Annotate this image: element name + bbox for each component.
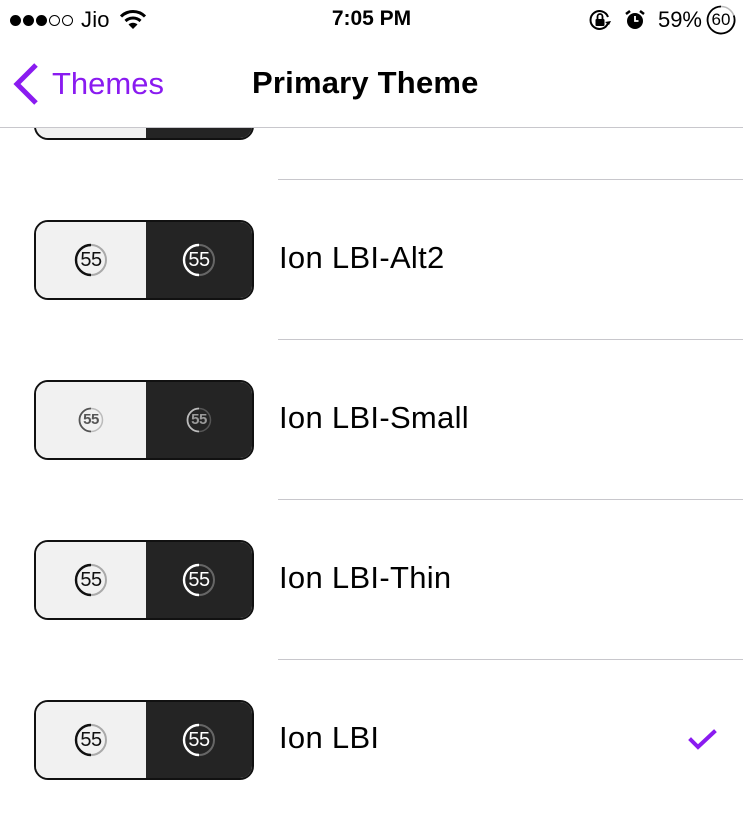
battery-ring-icon: 60: [706, 5, 736, 35]
theme-row-ion-lbi-small[interactable]: 55 55 Ion LBI-Small: [0, 340, 743, 500]
theme-row-ion-lbi[interactable]: 55 55 Ion LBI: [0, 660, 743, 820]
battery-ring-icon: 55: [182, 243, 216, 277]
battery-ring-icon: 55: [74, 723, 108, 757]
theme-name: Ion LBI-Small: [279, 400, 469, 435]
preview-light-half: 55: [36, 222, 146, 298]
battery-ring-icon: 55: [182, 563, 216, 597]
chevron-left-icon: [13, 63, 38, 105]
theme-name: Ion LBI-Alt2: [279, 240, 445, 275]
preview-light-half: 55: [36, 542, 146, 618]
theme-row-ion-lbi-alt2[interactable]: 55 55 Ion LBI-Alt2: [0, 180, 743, 340]
preview-light-half: 55: [36, 702, 146, 778]
battery-ring-icon: 55: [186, 407, 212, 433]
theme-row-ion-lbi-thin[interactable]: 55 55 Ion LBI-Thin: [0, 500, 743, 660]
theme-preview: 55 55: [34, 540, 254, 620]
preview-dark-half: 55: [146, 542, 252, 618]
back-button[interactable]: Themes: [12, 62, 164, 106]
navigation-bar: Themes Primary Theme: [0, 40, 743, 128]
status-bar: Jio 7:05 PM 59% 60: [0, 0, 743, 40]
theme-name: Ion LBI-Thin: [279, 560, 452, 595]
theme-name: Ion LBI: [279, 720, 380, 755]
battery-ring-icon: 55: [182, 723, 216, 757]
battery-ring-icon: 55: [74, 243, 108, 277]
battery-ring-icon: 55: [74, 563, 108, 597]
battery-ring-icon: 55: [78, 407, 104, 433]
preview-dark-half: 55: [146, 702, 252, 778]
alarm-icon: [625, 10, 645, 29]
back-label: Themes: [52, 66, 164, 101]
theme-preview: 55 55: [34, 700, 254, 780]
preview-dark-half: 55: [146, 222, 252, 298]
battery-percentage: 59%: [657, 7, 702, 32]
preview-dark-half: 55: [146, 382, 252, 458]
page-title: Primary Theme: [252, 65, 479, 100]
theme-preview: 55 55: [34, 220, 254, 300]
orientation-lock-icon: [589, 10, 611, 30]
theme-preview: 55 55: [34, 380, 254, 460]
checkmark-icon: [688, 729, 717, 750]
preview-light-half: 55: [36, 382, 146, 458]
